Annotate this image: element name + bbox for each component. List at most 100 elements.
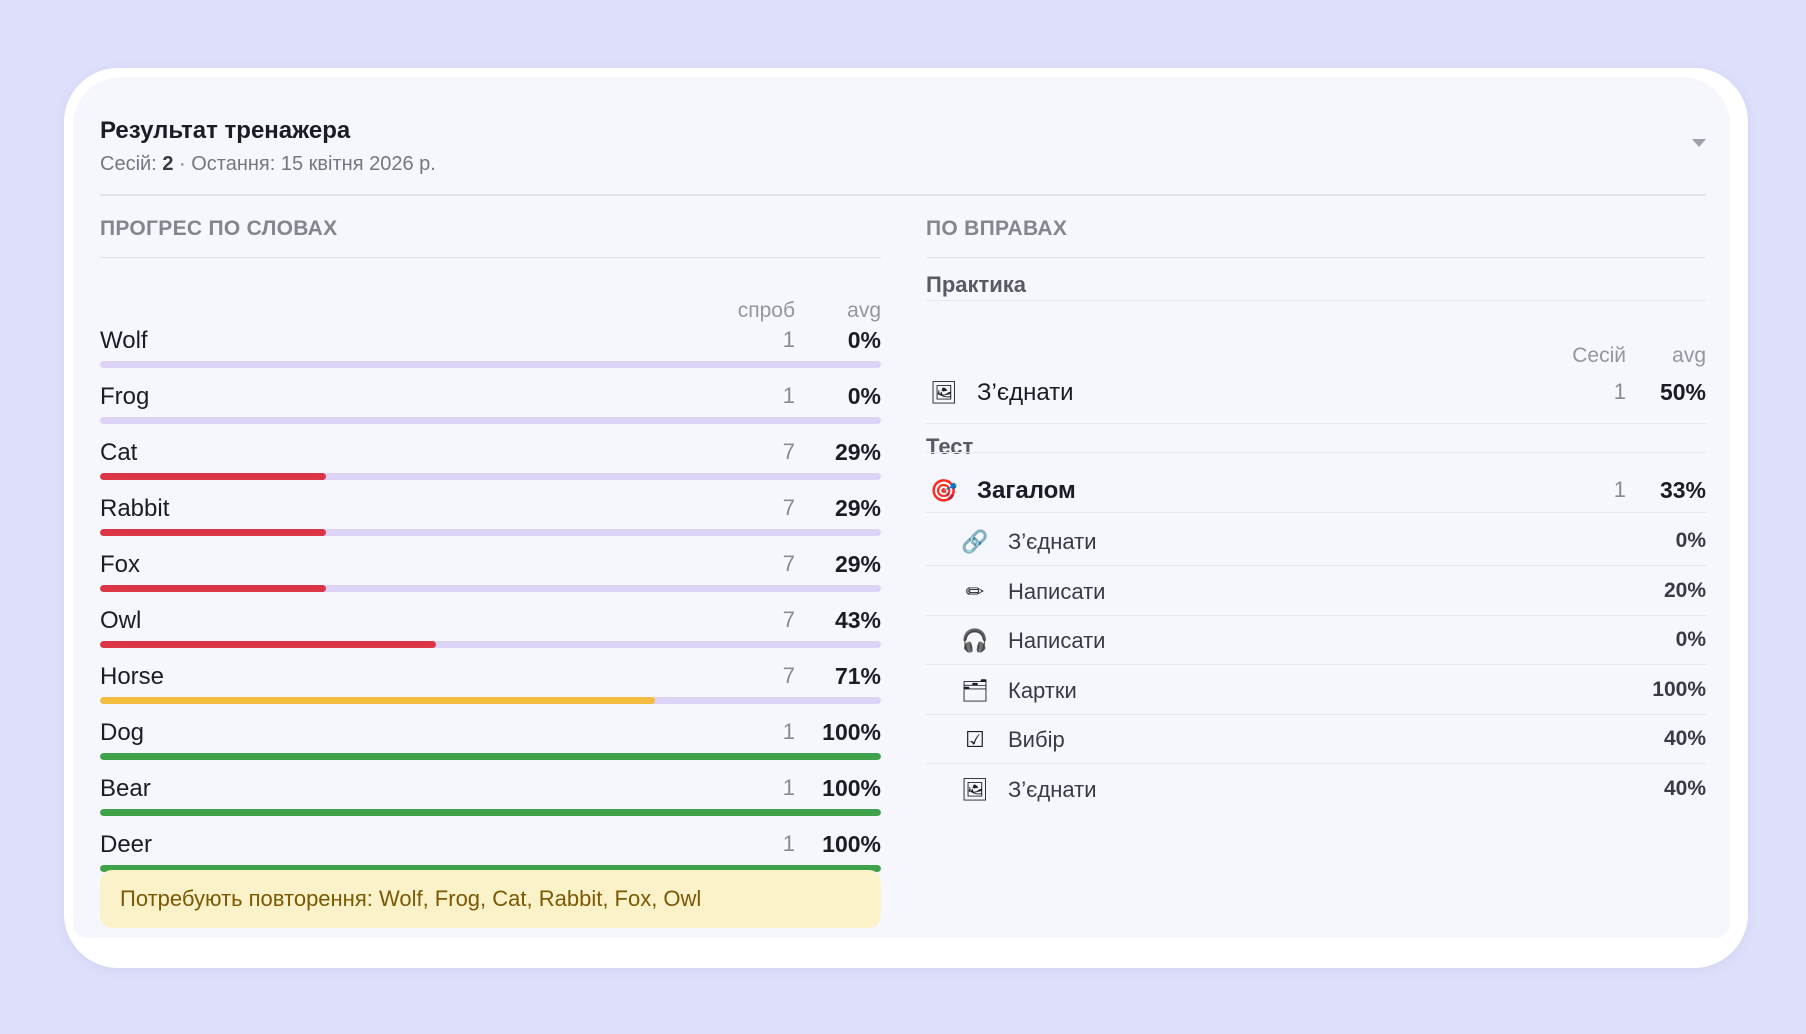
practice-row-avg: 50%: [1659, 379, 1706, 405]
picture-icon: 🖼: [961, 776, 989, 802]
word-row: Owl 7 43%: [100, 607, 881, 663]
cards-icon: 🗂: [961, 677, 989, 703]
word-avg: 0%: [847, 383, 881, 409]
practice-group-title: Практика: [926, 272, 1027, 297]
word-name: Wolf: [100, 327, 148, 354]
word-avg: 100%: [822, 775, 881, 801]
test-exercise-label: Написати: [1008, 578, 1106, 604]
test-exercise-avg: 40%: [1663, 727, 1706, 750]
test-exercise-avg: 20%: [1663, 578, 1706, 602]
test-group-title: Тест: [926, 434, 974, 459]
progress-bar-fill: [100, 473, 327, 480]
word-avg: 29%: [834, 551, 881, 577]
practice-avg-column-header: avg: [1672, 344, 1706, 367]
word-tries: 7: [782, 663, 795, 688]
word-avg: 29%: [834, 495, 881, 521]
word-row: Wolf 1 0%: [100, 327, 881, 383]
word-avg: 0%: [847, 327, 881, 353]
row-divider: [926, 664, 1706, 665]
row-divider: [926, 763, 1706, 764]
practice-row-count: 1: [1613, 379, 1626, 404]
test-exercise-label: З’єднати: [1008, 529, 1097, 554]
word-row: Cat 7 29%: [100, 439, 881, 495]
review-notice: Потребують повторення: Wolf, Frog, Cat, …: [100, 870, 881, 928]
test-exercise-label: Вибір: [1008, 727, 1065, 752]
words-section-divider: [100, 257, 881, 258]
card-body: Результат тренажера Сесій: 2 · Остання: …: [73, 77, 1730, 938]
row-divider: [926, 713, 1706, 715]
progress-bar: [100, 809, 881, 816]
practice-group-divider: [926, 300, 1706, 301]
avg-column-header: avg: [847, 299, 881, 322]
word-tries: 7: [782, 439, 795, 464]
row-divider: [926, 614, 1706, 616]
target-icon: 🎯: [930, 478, 958, 503]
word-name: Bear: [100, 775, 151, 802]
word-name: Fox: [100, 551, 141, 578]
word-row: Horse 7 71%: [100, 663, 881, 719]
tries-column-header: спроб: [737, 299, 795, 322]
progress-bar: [100, 361, 881, 368]
word-tries: 1: [782, 383, 795, 408]
word-avg: 43%: [834, 607, 881, 633]
test-exercise-avg: 40%: [1663, 776, 1706, 800]
word-tries: 7: [782, 607, 795, 632]
checkbox-icon: ☑: [965, 727, 985, 752]
word-name: Dog: [100, 719, 145, 746]
pencil-icon: ✏: [965, 578, 985, 604]
word-name: Rabbit: [100, 495, 170, 522]
word-avg: 100%: [822, 719, 881, 745]
card-header[interactable]: Результат тренажера Сесій: 2 · Остання: …: [100, 117, 1706, 177]
progress-bar-fill: [100, 697, 655, 704]
row-divider: [926, 512, 1706, 513]
page-title: Результат тренажера: [100, 117, 351, 144]
test-exercise-label: Написати: [1008, 628, 1106, 653]
test-total-avg: 33%: [1659, 477, 1706, 503]
progress-bar: [100, 473, 881, 480]
word-row: Bear 1 100%: [100, 775, 881, 831]
word-tries: 7: [782, 551, 795, 576]
sessions-summary: Сесій: 2 · Остання: 15 квітня 2026 р.: [100, 153, 1706, 176]
progress-bar: [100, 641, 881, 648]
word-tries: 1: [782, 327, 795, 352]
word-row: Frog 1 0%: [100, 383, 881, 439]
progress-bar: [100, 529, 881, 536]
word-row: Rabbit 7 29%: [100, 495, 881, 551]
row-divider: [926, 565, 1706, 566]
test-exercise-avg: 100%: [1652, 677, 1706, 701]
test-exercise-label: З’єднати: [1008, 776, 1097, 802]
word-tries: 1: [782, 719, 795, 744]
row-divider: [926, 423, 1706, 424]
sessions-count: 2: [162, 153, 174, 175]
chevron-down-icon[interactable]: [1692, 139, 1706, 147]
sessions-column-header: Сесій: [1572, 344, 1626, 367]
test-total-count: 1: [1613, 477, 1626, 502]
progress-bar: [100, 753, 881, 760]
headphones-icon: 🎧: [961, 628, 989, 653]
trainer-result-card: Результат тренажера Сесій: 2 · Остання: …: [64, 68, 1748, 968]
word-avg: 100%: [822, 831, 881, 857]
test-exercise-avg: 0%: [1675, 628, 1706, 651]
link-icon: 🔗: [961, 529, 989, 554]
word-name: Owl: [100, 607, 142, 634]
last-session-text: · Остання: 15 квітня 2026 р.: [179, 153, 436, 175]
practice-row-label: З’єднати: [977, 379, 1074, 406]
exercises-section-title: ПО ВПРАВАХ: [926, 217, 1068, 240]
words-section-title: ПРОГРЕС ПО СЛОВАХ: [100, 217, 338, 240]
progress-bar: [100, 585, 881, 592]
word-name: Cat: [100, 439, 138, 466]
progress-bar-fill: [100, 809, 881, 816]
test-total-label: Загалом: [977, 477, 1076, 504]
progress-bar: [100, 417, 881, 424]
progress-bar: [100, 697, 881, 704]
progress-bar-fill: [100, 529, 327, 536]
progress-bar-fill: [100, 753, 881, 760]
word-name: Deer: [100, 831, 153, 858]
word-row: Fox 7 29%: [100, 551, 881, 607]
exercises-section-divider: [926, 257, 1706, 258]
word-avg: 29%: [834, 439, 881, 465]
header-divider: [100, 194, 1706, 196]
test-exercise-label: Картки: [1008, 677, 1077, 703]
word-tries: 7: [782, 495, 795, 520]
progress-bar-fill: [100, 641, 436, 648]
